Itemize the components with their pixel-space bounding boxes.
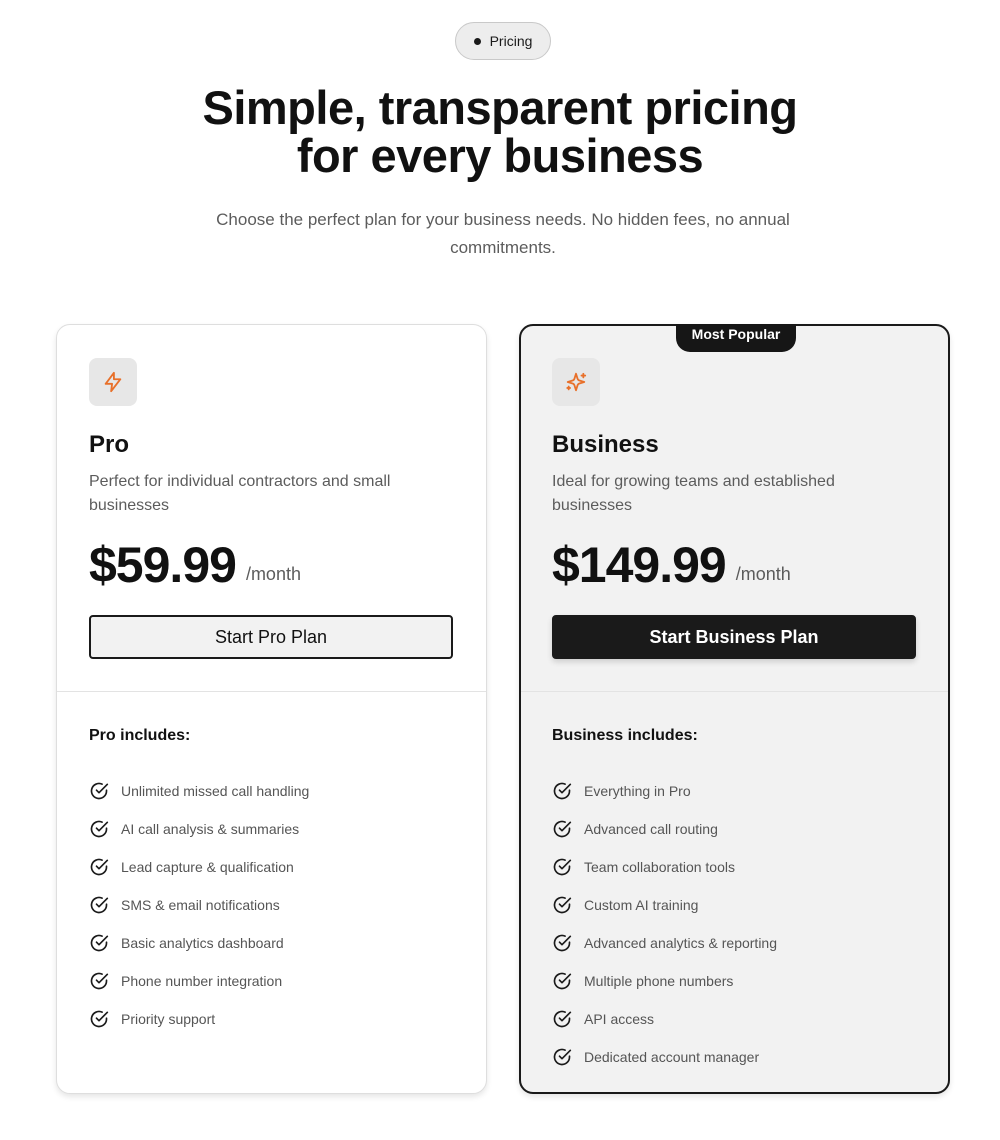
feature-text: Unlimited missed call handling [121,783,310,799]
feature-item: Dedicated account manager [552,1038,777,1076]
feature-text: Everything in Pro [584,783,691,799]
lightning-bolt-icon [104,371,122,393]
page-subtitle: Choose the perfect plan for your busines… [185,206,821,262]
business-plan-description: Ideal for growing teams and established … [552,470,892,518]
pricing-badge: Pricing [455,22,551,60]
business-feature-list: Everything in Pro Advanced call routing … [552,772,777,1076]
feature-text: Team collaboration tools [584,859,735,875]
pro-desc-line1: Perfect for individual contractors and s… [89,473,391,490]
page-title: Simple, transparent pricing for every bu… [0,84,1000,180]
check-circle-icon [553,782,572,800]
start-pro-plan-button[interactable]: Start Pro Plan [89,615,453,659]
feature-text: Lead capture & qualification [121,859,294,875]
feature-text: Multiple phone numbers [584,973,734,989]
business-desc-line1: Ideal for growing teams and established [552,473,835,490]
business-price-period: /month [735,564,791,584]
business-icon-box [552,358,600,406]
business-desc-line2: businesses [552,497,633,514]
check-circle-icon [553,858,572,876]
feature-item: API access [552,1000,777,1038]
feature-text: Advanced analytics & reporting [584,935,777,951]
feature-item: Priority support [89,1000,309,1038]
feature-text: Priority support [121,1011,216,1027]
pro-desc-line2: businesses [89,497,170,514]
feature-item: Custom AI training [552,886,777,924]
feature-item: Unlimited missed call handling [89,772,309,810]
feature-text: Custom AI training [584,897,699,913]
check-circle-icon [553,934,572,952]
badge-label: Pricing [489,33,533,49]
pro-icon-box [89,358,137,406]
feature-item: Everything in Pro [552,772,777,810]
feature-text: API access [584,1011,655,1027]
feature-text: Dedicated account manager [584,1049,760,1065]
feature-text: AI call analysis & summaries [121,821,300,837]
pro-plan-card: Pro Perfect for individual contractors a… [56,324,487,1094]
page-title-line2: for every business [296,129,704,182]
check-circle-icon [553,972,572,990]
pro-price: $59.99 [89,537,237,593]
pro-price-period: /month [245,564,301,584]
feature-item: Team collaboration tools [552,848,777,886]
badge-dot-icon [473,37,481,45]
feature-item: Advanced analytics & reporting [552,924,777,962]
feature-item: Basic analytics dashboard [89,924,309,962]
check-circle-icon [90,1010,109,1028]
pro-price-row: $59.99 /month [89,537,301,593]
check-circle-icon [90,972,109,990]
page-subtitle-line1: Choose the perfect plan for your busines… [216,210,790,229]
page-title-line1: Simple, transparent pricing [202,81,798,134]
business-plan-name: Business [552,431,659,458]
pricing-page: Pricing Simple, transparent pricing for … [0,0,1000,1140]
feature-item: Advanced call routing [552,810,777,848]
feature-item: Lead capture & qualification [89,848,309,886]
page-subtitle-line2: commitments. [450,238,556,257]
pro-feature-list: Unlimited missed call handling AI call a… [89,772,309,1038]
check-circle-icon [90,820,109,838]
business-price-row: $149.99 /month [552,537,791,593]
check-circle-icon [90,896,109,914]
pro-plan-name: Pro [89,431,130,458]
feature-text: Basic analytics dashboard [121,935,284,951]
feature-item: SMS & email notifications [89,886,309,924]
feature-item: Phone number integration [89,962,309,1000]
feature-text: Phone number integration [121,973,283,989]
business-plan-card: Most Popular Business Ideal for growing … [519,324,950,1094]
most-popular-badge: Most Popular [676,324,796,352]
feature-text: SMS & email notifications [121,897,280,913]
feature-item: Multiple phone numbers [552,962,777,1000]
check-circle-icon [553,896,572,914]
feature-text: Advanced call routing [584,821,718,837]
check-circle-icon [553,1010,572,1028]
business-divider [521,691,948,692]
check-circle-icon [90,858,109,876]
start-business-plan-button[interactable]: Start Business Plan [552,615,916,659]
check-circle-icon [90,934,109,952]
feature-item: AI call analysis & summaries [89,810,309,848]
pro-divider [57,691,486,692]
business-includes-title: Business includes: [552,727,698,744]
business-price: $149.99 [552,537,727,593]
check-circle-icon [90,782,109,800]
check-circle-icon [553,820,572,838]
pro-includes-title: Pro includes: [89,727,191,744]
check-circle-icon [553,1048,572,1066]
pro-plan-description: Perfect for individual contractors and s… [89,470,429,518]
sparkles-icon [566,372,587,392]
